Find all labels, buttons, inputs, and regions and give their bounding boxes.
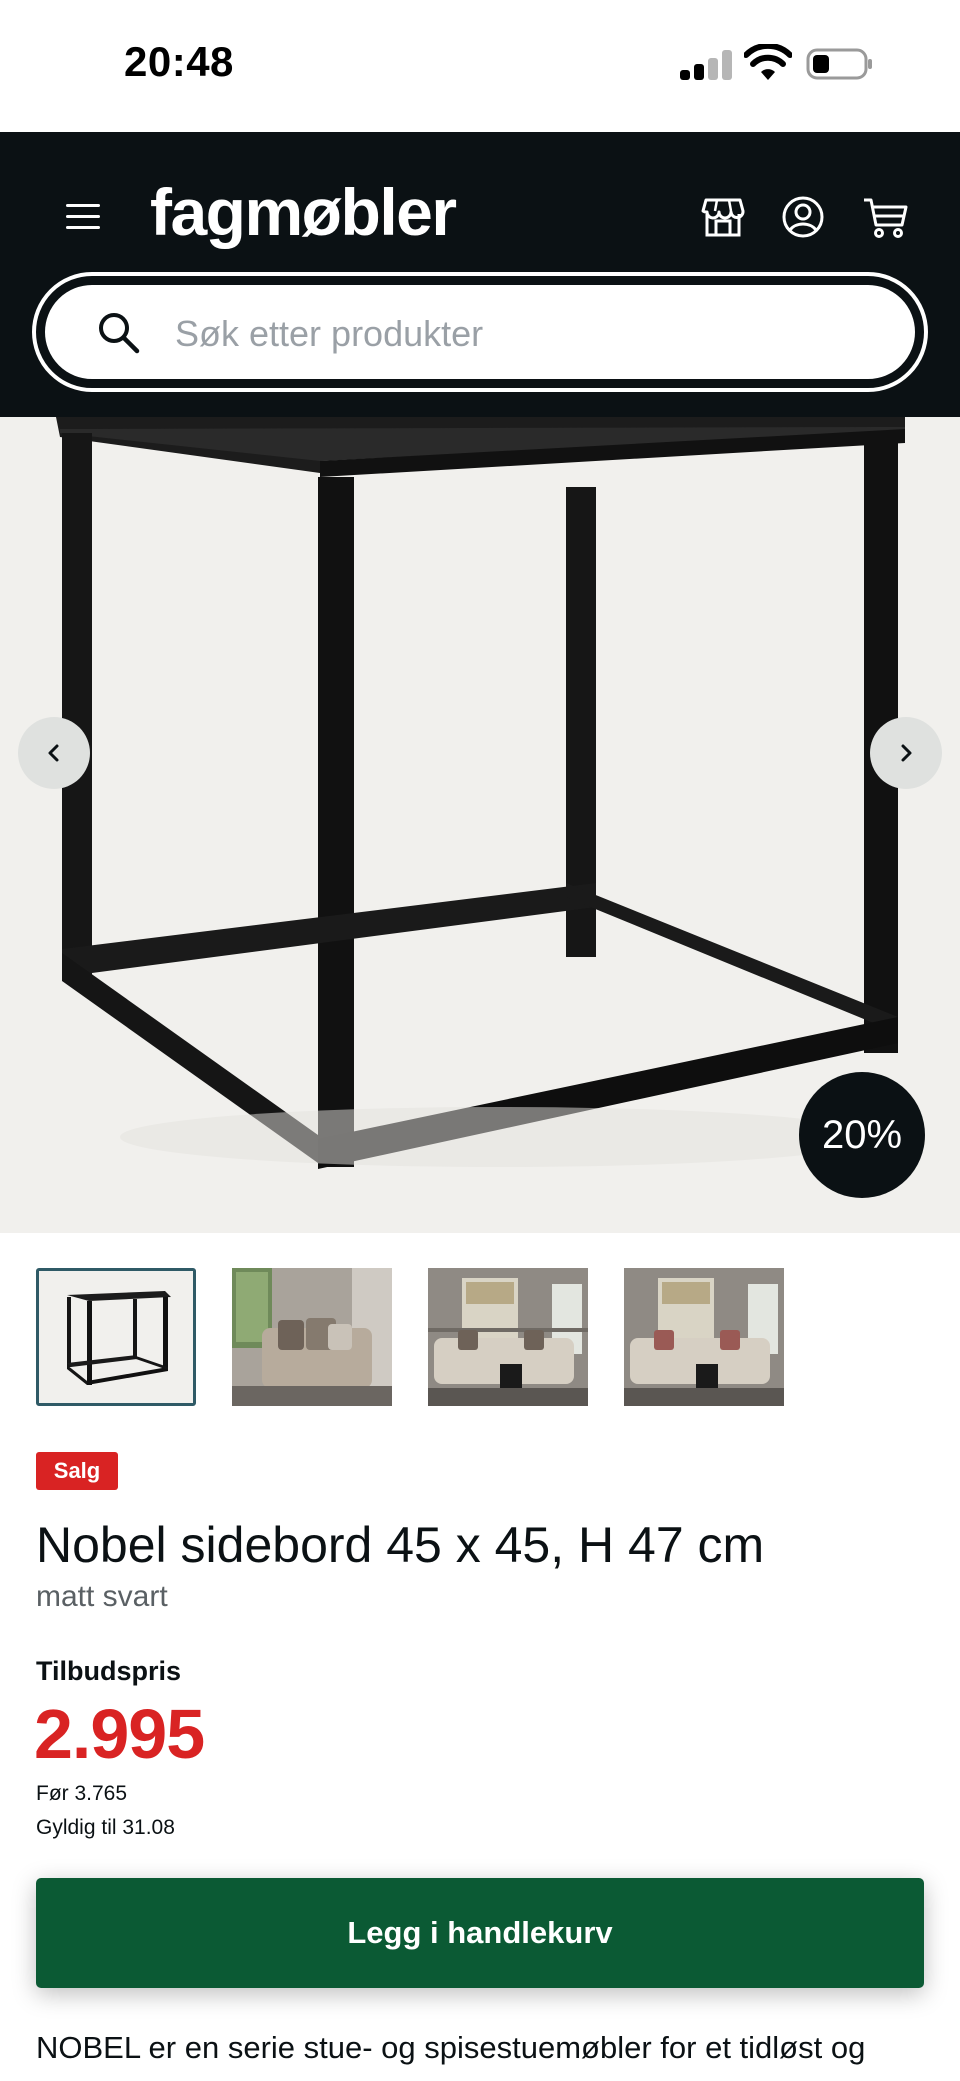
product-variant: matt svart [36,1580,168,1613]
prev-image-button[interactable] [18,717,90,789]
thumbnail-2[interactable] [232,1268,392,1406]
search-bar [32,272,928,392]
price-label: Tilbudspris [36,1656,182,1686]
store-icon[interactable] [700,194,746,240]
search-input[interactable] [175,299,875,369]
site-header: fagmøbler [0,132,960,417]
next-image-button[interactable] [870,717,942,789]
thumbnail-1[interactable] [36,1268,196,1406]
search-icon[interactable] [95,309,143,357]
discount-badge: 20% [799,1072,925,1198]
thumbnail-3[interactable] [428,1268,588,1406]
menu-icon[interactable] [62,200,106,234]
product-image-carousel[interactable]: 20% [0,417,960,1233]
status-bar: 20:48 [0,0,960,132]
chevron-right-icon [901,744,912,762]
product-description: NOBEL er en serie stue- og spisestuemøbl… [36,2030,866,2065]
product-title: Nobel sidebord 45 x 45, H 47 cm [36,1517,765,1573]
offer-valid-until: Gyldig til 31.08 [36,1816,175,1839]
status-time: 20:48 [124,38,234,85]
battery-icon [806,48,872,80]
sale-badge: Salg [36,1452,118,1490]
thumbnail-livingroom-image [232,1268,392,1406]
price-before: Før 3.765 [36,1782,128,1805]
cart-icon[interactable] [862,194,908,240]
thumbnail-sofa-red-image [624,1268,784,1406]
cellular-signal-icon [680,50,732,80]
chevron-left-icon [48,744,59,762]
fagmobler-logo[interactable]: fagmøbler [150,172,457,252]
wifi-icon [744,44,792,80]
user-icon[interactable] [780,194,826,240]
add-to-cart-button[interactable]: Legg i handlekurv [36,1878,924,1988]
thumbnail-table-image [39,1271,193,1403]
thumbnail-4[interactable] [624,1268,784,1406]
thumbnail-sofa-image [428,1268,588,1406]
offer-price: 2.995 [34,1695,205,1773]
search-box[interactable] [42,282,918,382]
